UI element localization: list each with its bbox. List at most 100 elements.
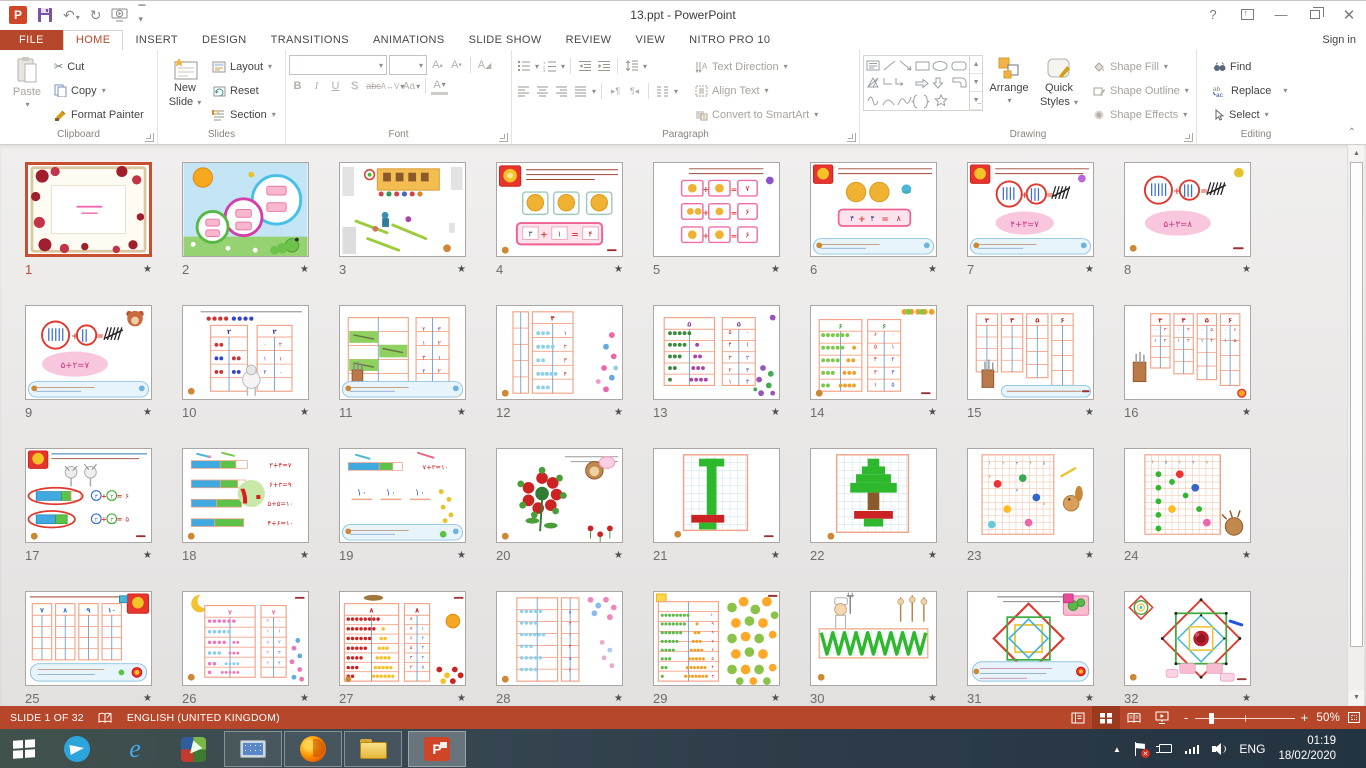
slide-thumbnail-20[interactable] <box>496 448 623 543</box>
slide-thumbnail-30[interactable] <box>810 591 937 686</box>
bullets-icon[interactable] <box>515 57 532 75</box>
taskbar-telegram-icon[interactable] <box>48 729 106 768</box>
restore-icon[interactable] <box>1298 2 1332 28</box>
decrease-indent-icon[interactable] <box>576 57 593 75</box>
slide-thumbnail-10[interactable]: ۲۲۰۲۱۱۲۰ <box>182 305 309 400</box>
zoom-slider-knob[interactable] <box>1209 713 1214 724</box>
slide-sorter-view-icon[interactable] <box>1092 706 1120 729</box>
tab-slide-show[interactable]: SLIDE SHOW <box>457 30 554 50</box>
animation-star-icon[interactable]: ★ <box>771 550 780 561</box>
powerpoint-app-icon[interactable]: P <box>9 6 27 24</box>
clipboard-dialog-launcher[interactable] <box>145 133 154 142</box>
animation-star-icon[interactable]: ★ <box>1085 693 1094 704</box>
animation-star-icon[interactable]: ★ <box>1085 550 1094 561</box>
increase-font-size-icon[interactable]: A▴ <box>429 56 446 74</box>
minimize-icon[interactable]: — <box>1264 2 1298 28</box>
find-button[interactable]: Find <box>1210 56 1290 77</box>
animation-star-icon[interactable]: ★ <box>614 264 623 275</box>
tray-network-icon[interactable] <box>1185 745 1200 754</box>
slide-thumbnail-1[interactable] <box>25 162 152 257</box>
slide-thumbnail-11[interactable]: ۲۳۱۲۳۱۲۲ <box>339 305 466 400</box>
align-right-icon[interactable] <box>553 82 570 100</box>
start-button[interactable] <box>0 729 48 768</box>
slide-thumbnail-16[interactable]: ۳۴۵۶۰۳۱۲۰۴۱۳۰۵۱۴۰۶۱۵ <box>1124 305 1251 400</box>
animation-star-icon[interactable]: ★ <box>457 407 466 418</box>
taskbar-idm-icon[interactable] <box>164 729 222 768</box>
font-dialog-launcher[interactable] <box>499 133 508 142</box>
slide-thumbnail-5[interactable]: +=۷+=۶+=۶ <box>653 162 780 257</box>
slide-thumbnail-3[interactable] <box>339 162 466 257</box>
tray-clock[interactable]: 01:19 18/02/2020 <box>1278 734 1336 764</box>
font-name-combo[interactable]: ▾ <box>289 55 387 75</box>
slide-thumbnail-2[interactable] <box>182 162 309 257</box>
animation-star-icon[interactable]: ★ <box>300 550 309 561</box>
slide-thumbnail-28[interactable]: ۵۴۶۳۵۴ <box>496 591 623 686</box>
taskbar-powerpoint-icon[interactable]: P <box>408 731 466 767</box>
align-text-button[interactable]: Align Text▾ <box>692 80 821 101</box>
animation-star-icon[interactable]: ★ <box>1085 407 1094 418</box>
reset-button[interactable]: Reset <box>209 80 279 101</box>
reading-view-icon[interactable] <box>1120 706 1148 729</box>
animation-star-icon[interactable]: ★ <box>300 693 309 704</box>
animation-star-icon[interactable]: ★ <box>1242 407 1251 418</box>
slide-thumbnail-17[interactable]: ۴+۲=۶۲+۳=۵ <box>25 448 152 543</box>
tray-power-icon[interactable] <box>1159 744 1172 753</box>
slide-thumbnail-6[interactable]: ۴+۴=۸ <box>810 162 937 257</box>
animation-star-icon[interactable]: ★ <box>457 550 466 561</box>
slide-thumbnail-15[interactable]: ۳۴۵۶ <box>967 305 1094 400</box>
tray-language[interactable]: ENG <box>1239 742 1265 756</box>
shape-effects-button[interactable]: Shape Effects▾ <box>1089 104 1192 125</box>
scrollbar-thumb[interactable] <box>1350 162 1363 647</box>
tab-transitions[interactable]: TRANSITIONS <box>259 30 361 50</box>
collapse-ribbon-icon[interactable]: ⌃ <box>1348 127 1356 138</box>
slide-thumbnail-12[interactable]: ۴۱۲۳۴ <box>496 305 623 400</box>
columns-icon[interactable] <box>654 82 671 100</box>
text-direction-button[interactable]: AText Direction▾ <box>692 56 821 77</box>
tray-action-center-icon[interactable]: ✕ <box>1134 742 1146 756</box>
slide-thumbnail-8[interactable]: +=۵+۳=۸ <box>1124 162 1251 257</box>
help-icon[interactable]: ? <box>1196 2 1230 28</box>
italic-icon[interactable]: I <box>308 77 325 95</box>
font-color-icon[interactable]: A▾ <box>431 77 448 95</box>
slide-thumbnail-25[interactable]: ۷۸۹۱۰ <box>25 591 152 686</box>
sign-in-link[interactable]: Sign in <box>1322 34 1356 46</box>
align-center-icon[interactable] <box>534 82 551 100</box>
tab-nitro-pro[interactable]: NITRO PRO 10 <box>677 30 782 50</box>
animation-star-icon[interactable]: ★ <box>457 693 466 704</box>
animation-star-icon[interactable]: ★ <box>928 550 937 561</box>
font-size-combo[interactable]: ▾ <box>389 55 427 75</box>
justify-icon[interactable] <box>572 82 589 100</box>
tab-view[interactable]: VIEW <box>623 30 677 50</box>
animation-star-icon[interactable]: ★ <box>614 407 623 418</box>
scroll-up-icon[interactable]: ▲ <box>1349 146 1364 161</box>
line-spacing-icon[interactable] <box>623 57 640 75</box>
animation-star-icon[interactable]: ★ <box>143 407 152 418</box>
zoom-in-icon[interactable]: + <box>1301 711 1309 724</box>
slide-thumbnail-22[interactable] <box>810 448 937 543</box>
fit-slide-to-window-icon[interactable] <box>1348 712 1360 723</box>
section-button[interactable]: Section▾ <box>209 104 279 125</box>
animation-star-icon[interactable]: ★ <box>614 550 623 561</box>
animation-star-icon[interactable]: ★ <box>1242 550 1251 561</box>
animation-star-icon[interactable]: ★ <box>300 264 309 275</box>
rtl-direction-icon[interactable]: ¶◂ <box>626 82 643 100</box>
zoom-out-icon[interactable]: - <box>1184 711 1189 724</box>
slide-thumbnail-24[interactable]: ۴۵۶۷۸ <box>1124 448 1251 543</box>
strikethrough-icon[interactable]: abc <box>365 77 382 95</box>
shapes-gallery[interactable]: ▲▼▼̲ <box>863 55 983 111</box>
paragraph-dialog-launcher[interactable] <box>847 133 856 142</box>
animation-star-icon[interactable]: ★ <box>771 693 780 704</box>
normal-view-icon[interactable] <box>1064 706 1092 729</box>
tab-home[interactable]: HOME <box>63 30 124 50</box>
slide-thumbnail-19[interactable]: ۷+۳=۱۰۱۰۱۰۱۰ <box>339 448 466 543</box>
new-slide-button[interactable]: New Slide ▾ <box>161 53 209 129</box>
quick-styles-button[interactable]: Quick Styles ▾ <box>1035 53 1083 129</box>
slide-thumbnail-26[interactable]: ۷۷۷۰۶۱۵۲۴۳۳۴ <box>182 591 309 686</box>
replace-button[interactable]: abacReplace▾ <box>1210 80 1290 101</box>
copy-button[interactable]: Copy▾ <box>51 80 147 101</box>
underline-icon[interactable]: U <box>327 77 344 95</box>
slide-thumbnail-29[interactable]: ۱۰۹۸۷۶۵۴۳ <box>653 591 780 686</box>
animation-star-icon[interactable]: ★ <box>143 264 152 275</box>
slide-thumbnail-13[interactable]: ۵۵۵۰۴۱۳۲۲۳۱۴ <box>653 305 780 400</box>
tab-animations[interactable]: ANIMATIONS <box>361 30 457 50</box>
